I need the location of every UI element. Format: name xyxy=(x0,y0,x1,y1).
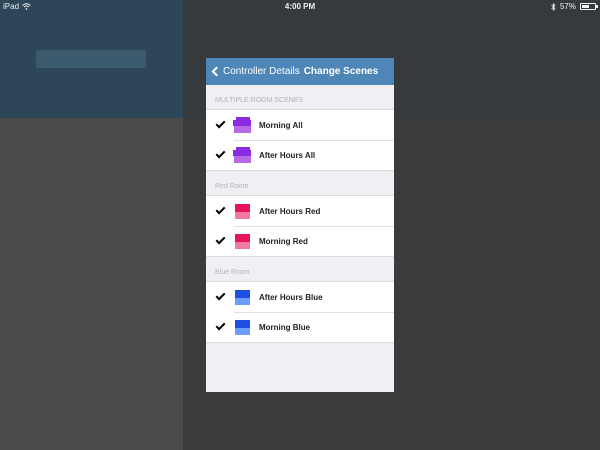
multi-room-scene-icon xyxy=(233,146,251,163)
checkmark-icon xyxy=(206,204,234,215)
section-group: After Hours Red Morning Red xyxy=(206,195,394,257)
scene-icon-top xyxy=(235,233,250,242)
scene-row[interactable]: After Hours All xyxy=(206,140,394,170)
checkmark-glyph xyxy=(215,234,225,245)
battery-percent: 57% xyxy=(559,2,576,11)
scene-icon-bottom xyxy=(235,241,250,249)
scene-row[interactable]: Morning All xyxy=(206,110,394,140)
chevron-left-icon xyxy=(211,66,222,77)
section-group: Morning All After Hours All xyxy=(206,109,394,171)
scene-icon-bottom xyxy=(235,327,250,335)
checkmark-glyph xyxy=(215,148,225,159)
scene-icon-bottom xyxy=(234,155,251,163)
scene-label: After Hours Red xyxy=(259,206,321,216)
status-right: 57% xyxy=(551,2,598,11)
room-scene-icon xyxy=(235,233,250,249)
scene-icon-top xyxy=(235,289,250,298)
back-button[interactable]: Controller Details xyxy=(211,66,300,77)
room-scene-icon xyxy=(235,289,250,305)
scene-icon-bottom xyxy=(235,297,250,305)
scene-list: MULTIPLE ROOM SCENES Morning All After Hou… xyxy=(206,85,394,343)
scene-row[interactable]: Morning Red xyxy=(206,226,394,256)
checkmark-icon xyxy=(206,148,234,159)
scene-icon-top xyxy=(235,319,250,328)
checkmark-glyph xyxy=(215,118,225,129)
scene-row[interactable]: Morning Blue xyxy=(206,312,394,342)
navigation-bar: Controller Details Change Scenes xyxy=(206,58,394,85)
checkmark-glyph xyxy=(215,320,225,331)
scene-label: Morning All xyxy=(259,120,303,130)
change-scenes-popover: Controller Details Change Scenes MULTIPL… xyxy=(206,58,394,392)
checkmark-icon xyxy=(206,290,234,301)
status-bar: iPad 4:00 PM 57% xyxy=(0,0,600,14)
scene-label: After Hours Blue xyxy=(259,292,323,302)
bluetooth-icon xyxy=(551,2,556,11)
scene-icon-bottom xyxy=(234,125,251,133)
room-scene-icon xyxy=(235,203,250,219)
section-header: MULTIPLE ROOM SCENES xyxy=(215,97,304,104)
checkmark-icon xyxy=(206,320,234,331)
multi-room-scene-icon xyxy=(233,116,251,133)
battery-icon xyxy=(580,3,598,10)
section-header: Blue Room xyxy=(215,269,250,276)
scene-label: Morning Blue xyxy=(259,322,311,332)
background-sidebar-title xyxy=(36,50,146,68)
battery-level xyxy=(582,5,589,8)
checkmark-icon xyxy=(206,118,234,129)
scene-icon-top xyxy=(235,203,250,212)
back-button-label: Controller Details xyxy=(223,66,300,77)
scene-label: Morning Red xyxy=(259,236,308,246)
checkmark-glyph xyxy=(215,290,225,301)
section-group: After Hours Blue Morning Blue xyxy=(206,281,394,343)
section-header: Red Room xyxy=(215,183,249,190)
scene-icon-bottom xyxy=(235,211,250,219)
checkmark-glyph xyxy=(215,204,225,215)
scene-label: After Hours All xyxy=(259,150,316,160)
scene-row[interactable]: After Hours Blue xyxy=(206,282,394,312)
checkmark-icon xyxy=(206,234,234,245)
status-time: 4:00 PM xyxy=(284,2,316,11)
room-scene-icon xyxy=(235,319,250,335)
nav-title: Change Scenes xyxy=(303,66,379,77)
scene-row[interactable]: After Hours Red xyxy=(206,196,394,226)
